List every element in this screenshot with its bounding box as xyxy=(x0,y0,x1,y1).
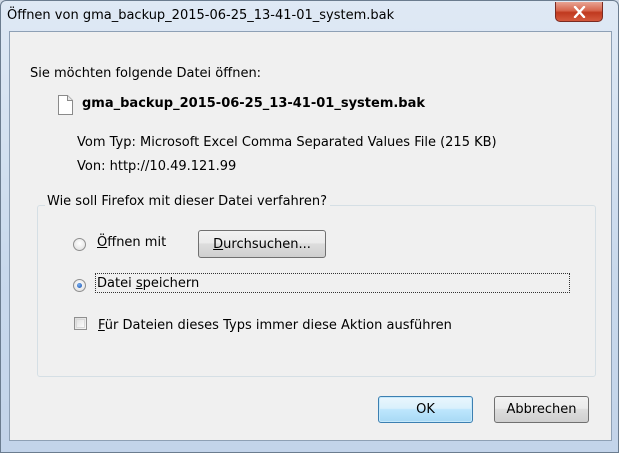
close-icon xyxy=(573,6,586,18)
always-do-this-label[interactable]: Für Dateien dieses Typs immer diese Akti… xyxy=(98,318,452,333)
open-with-label[interactable]: Öffnen mit xyxy=(97,235,166,250)
close-button[interactable] xyxy=(555,2,603,22)
file-type-value: Microsoft Excel Comma Separated Values F… xyxy=(140,135,497,150)
open-with-radio[interactable] xyxy=(73,238,86,251)
file-type-info: Vom Typ: Microsoft Excel Comma Separated… xyxy=(77,135,497,150)
radio-selected-dot xyxy=(77,283,82,288)
save-file-label[interactable]: Datei speichern xyxy=(97,276,199,291)
file-icon xyxy=(58,95,73,115)
always-do-this-checkbox[interactable] xyxy=(74,317,87,330)
ok-button[interactable]: OK xyxy=(378,396,473,423)
file-source-info: Von: http://10.49.121.99 xyxy=(77,159,236,174)
file-source-label: Von: xyxy=(77,159,106,174)
save-file-radio[interactable] xyxy=(73,279,86,292)
window-title: Öffnen von gma_backup_2015-06-25_13-41-0… xyxy=(7,8,395,23)
file-name: gma_backup_2015-06-25_13-41-01_system.ba… xyxy=(82,96,426,111)
title-bar[interactable]: Öffnen von gma_backup_2015-06-25_13-41-0… xyxy=(1,1,618,31)
file-type-label: Vom Typ: xyxy=(77,135,136,150)
browse-button[interactable]: Durchsuchen... xyxy=(198,230,326,258)
dialog-prompt: Sie möchten folgende Datei öffnen: xyxy=(30,66,262,81)
cancel-button[interactable]: Abbrechen xyxy=(494,396,589,423)
file-source-value: http://10.49.121.99 xyxy=(109,159,237,174)
action-question: Wie soll Firefox mit dieser Datei verfah… xyxy=(45,194,330,209)
